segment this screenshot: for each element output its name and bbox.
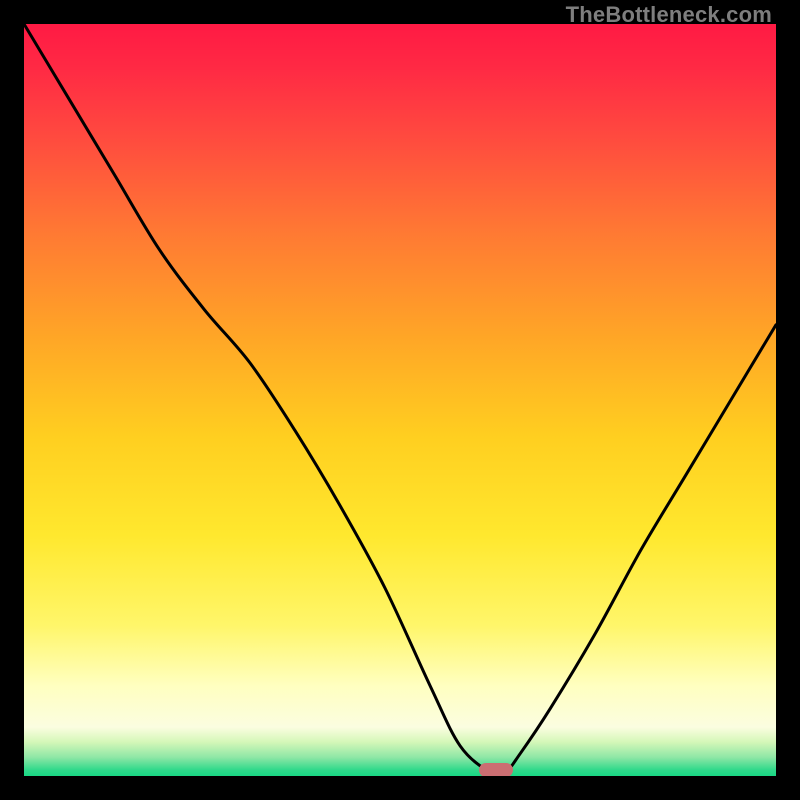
chart-frame: TheBottleneck.com: [0, 0, 800, 800]
plot-area: [24, 24, 776, 776]
highlight-marker: [479, 763, 513, 776]
watermark-label: TheBottleneck.com: [566, 2, 772, 28]
gradient-background: [24, 24, 776, 776]
chart-svg: [24, 24, 776, 776]
